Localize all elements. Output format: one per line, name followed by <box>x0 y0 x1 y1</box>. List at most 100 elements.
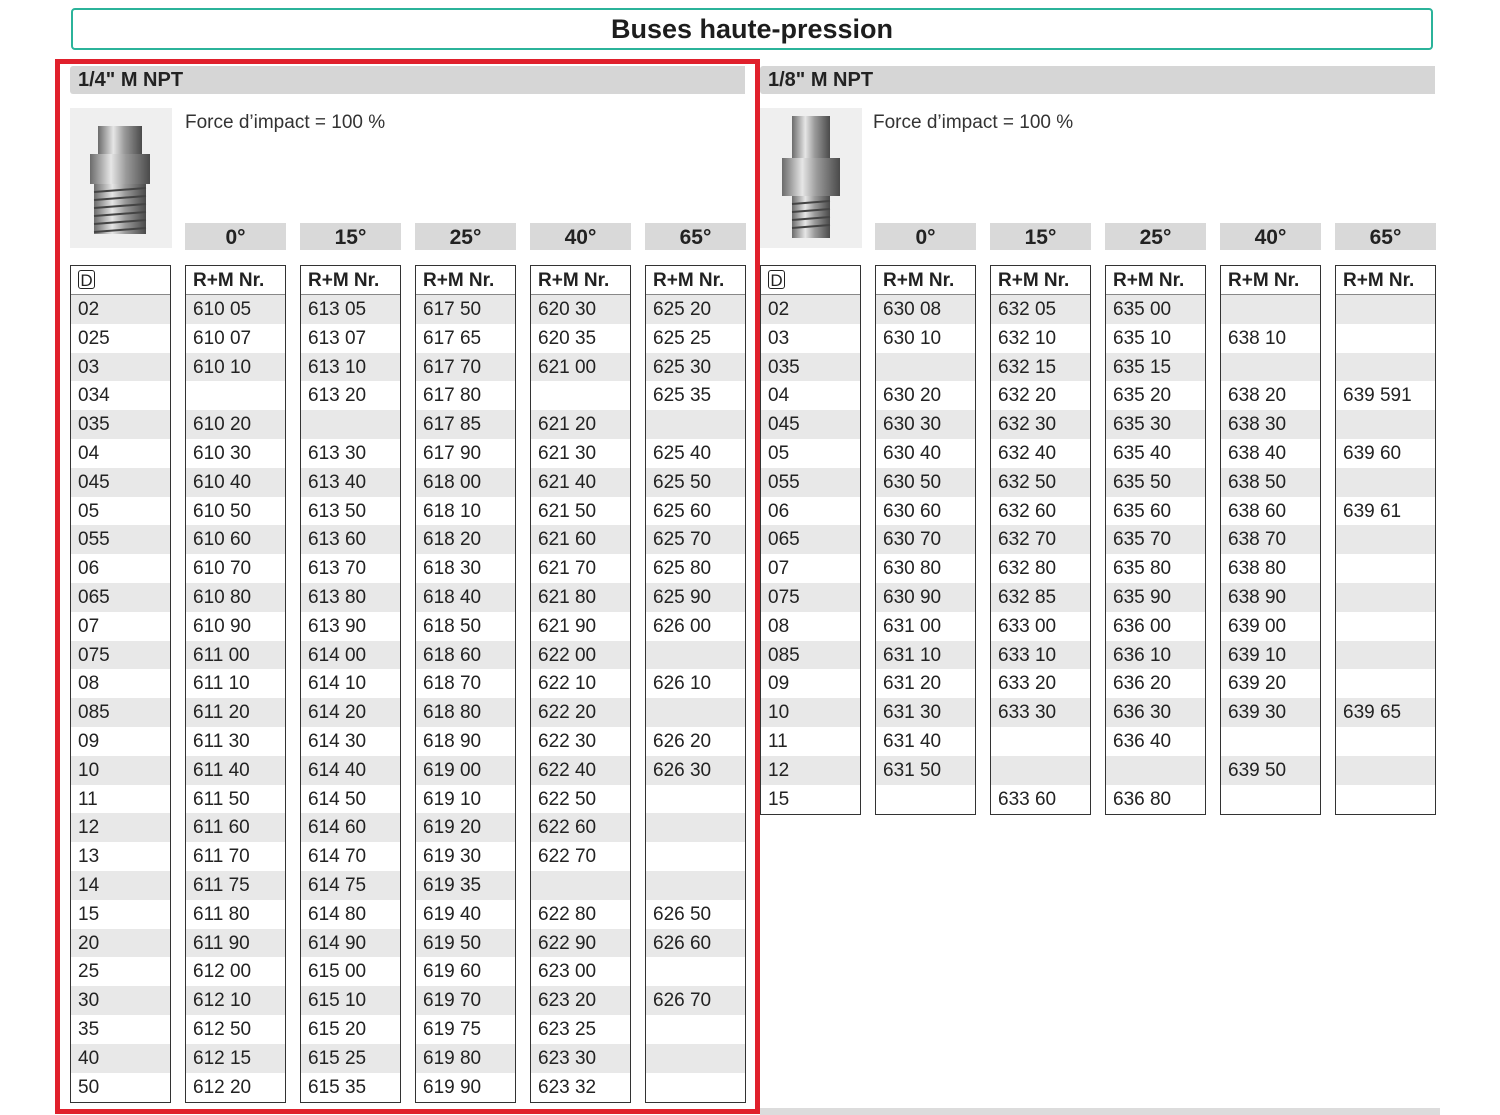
part-number-cell <box>646 813 745 843</box>
part-number-cell: 623 00 <box>538 961 597 983</box>
part-number-cell: 630 20 <box>883 385 942 407</box>
part-number-cell: 633 30 <box>991 698 1090 727</box>
part-number-cell: 610 40 <box>186 467 285 497</box>
part-number-cell <box>1336 295 1435 324</box>
diameter-column: D 02 03 035 04 045 05 055 06 065 07 075 08 085 09 10 11 1… <box>760 265 861 816</box>
part-number-cell: 632 60 <box>998 500 1057 522</box>
part-number-cell <box>991 755 1090 785</box>
part-number-cell: 619 20 <box>416 813 515 843</box>
part-number-cell: 613 50 <box>308 500 367 522</box>
part-number-cell: 636 30 <box>1106 698 1205 727</box>
part-number-cell: 622 10 <box>538 673 597 695</box>
part-number-cell <box>646 1043 745 1073</box>
diameter-header: D <box>761 266 860 295</box>
angle-header: 15° <box>990 223 1091 250</box>
part-number-cell <box>531 381 630 410</box>
part-number-column: R+M Nr. 635 00 635 10 635 15 635 20 635 30 635… <box>1105 265 1206 816</box>
part-number-cell: 615 20 <box>308 1018 367 1040</box>
part-number-cell <box>1106 755 1205 785</box>
diameter-cell: 11 <box>768 730 788 752</box>
part-number-cell: 625 80 <box>653 558 712 580</box>
part-number-cell: 639 65 <box>1336 698 1435 727</box>
part-number-cell: 618 40 <box>416 582 515 612</box>
part-number-cell: 613 07 <box>308 327 367 349</box>
part-number-cell <box>1221 352 1320 382</box>
part-number-cell: 635 50 <box>1106 467 1205 497</box>
angle-header: 0° <box>875 223 976 250</box>
diameter-cell: 065 <box>761 525 860 555</box>
part-number-cell: 612 50 <box>193 1018 252 1040</box>
part-number-cell: 611 70 <box>193 846 250 868</box>
part-number-cell: 639 30 <box>1221 698 1320 727</box>
part-number-cell: 618 20 <box>416 525 515 555</box>
part-number-cell: 614 20 <box>301 698 400 727</box>
angle-header: 65° <box>645 223 746 250</box>
diameter-cell: 12 <box>761 755 860 785</box>
part-number-cell: 614 70 <box>308 846 367 868</box>
part-number-cell: 639 61 <box>1343 500 1402 522</box>
part-number-cell: 619 00 <box>416 755 515 785</box>
part-number-cell: 621 60 <box>531 525 630 555</box>
part-number-cell: 623 32 <box>538 1076 597 1098</box>
part-number-column: R+M Nr. 610 05 610 07 610 10 610 20 610 30 610… <box>185 265 286 1104</box>
part-number-cell: 625 25 <box>653 327 712 349</box>
diameter-cell: 13 <box>78 846 100 868</box>
part-number-cell: 630 60 <box>883 500 942 522</box>
part-number-cell <box>1336 612 1435 641</box>
diameter-cell: 085 <box>761 640 860 670</box>
part-number-cell: 618 10 <box>423 500 482 522</box>
part-number-cell: 638 50 <box>1221 467 1320 497</box>
diameter-cell: 06 <box>768 500 790 522</box>
part-number-cell: 626 10 <box>653 673 712 695</box>
diameter-cell: 35 <box>78 1018 100 1040</box>
part-number-cell: 638 30 <box>1221 410 1320 439</box>
part-number-cell: 614 10 <box>308 673 367 695</box>
part-number-cell: 610 10 <box>186 352 285 382</box>
impact-force-text: Force d’impact = 100 % <box>873 112 1074 133</box>
part-number-cell: 630 08 <box>876 295 975 324</box>
part-number-cell: 636 00 <box>1113 615 1172 637</box>
part-number-cell <box>1336 669 1435 698</box>
part-number-cell: 610 07 <box>193 327 252 349</box>
part-number-cell: 625 60 <box>653 500 712 522</box>
diameter-cell: 034 <box>78 385 110 407</box>
column-header: R+M Nr. <box>301 266 400 295</box>
part-number-cell: 613 80 <box>301 582 400 612</box>
part-number-cell: 612 10 <box>186 986 285 1015</box>
part-number-cell: 626 20 <box>653 730 712 752</box>
diameter-cell: 08 <box>768 615 790 637</box>
part-number-cell <box>1336 554 1435 583</box>
part-number-cell <box>646 785 745 814</box>
diameter-cell: 10 <box>761 698 860 727</box>
part-number-cell: 618 80 <box>416 698 515 727</box>
diameter-cell: 12 <box>71 813 170 843</box>
part-number-column: R+M Nr. 638 10 638 20 638 30 638 40 638 50 638… <box>1220 265 1321 816</box>
part-number-cell: 622 20 <box>531 698 630 727</box>
diameter-cell: 05 <box>768 442 790 464</box>
diameter-cell: 035 <box>71 410 170 439</box>
part-number-cell: 613 20 <box>308 385 367 407</box>
part-number-cell: 610 20 <box>186 410 285 439</box>
part-number-cell: 638 70 <box>1221 525 1320 555</box>
part-number-cell: 620 30 <box>531 295 630 324</box>
diameter-column: D 02 025 03 034 035 04 045 05 055 06 065 07 075 08 085 0… <box>70 265 171 1104</box>
part-number-cell: 621 70 <box>538 558 597 580</box>
part-number-cell: 626 30 <box>646 755 745 785</box>
part-number-cell: 610 60 <box>186 525 285 555</box>
part-number-cell: 614 90 <box>301 928 400 958</box>
diameter-cell: 075 <box>761 582 860 612</box>
part-number-cell <box>1336 785 1435 814</box>
column-header: R+M Nr. <box>1336 266 1435 295</box>
column-header: R+M Nr. <box>1221 266 1320 295</box>
part-number-cell <box>186 381 285 410</box>
part-number-cell: 630 30 <box>876 410 975 439</box>
part-number-column: R+M Nr. 639 591 639 60 639 61 639 65 <box>1335 265 1436 816</box>
part-number-cell: 613 40 <box>301 467 400 497</box>
part-number-cell: 611 10 <box>193 673 250 695</box>
part-number-cell <box>1221 785 1320 814</box>
part-number-cell <box>1336 640 1435 670</box>
part-number-cell: 614 40 <box>301 755 400 785</box>
part-number-cell: 615 00 <box>308 961 367 983</box>
part-number-cell: 613 10 <box>301 352 400 382</box>
part-number-cell <box>646 410 745 439</box>
